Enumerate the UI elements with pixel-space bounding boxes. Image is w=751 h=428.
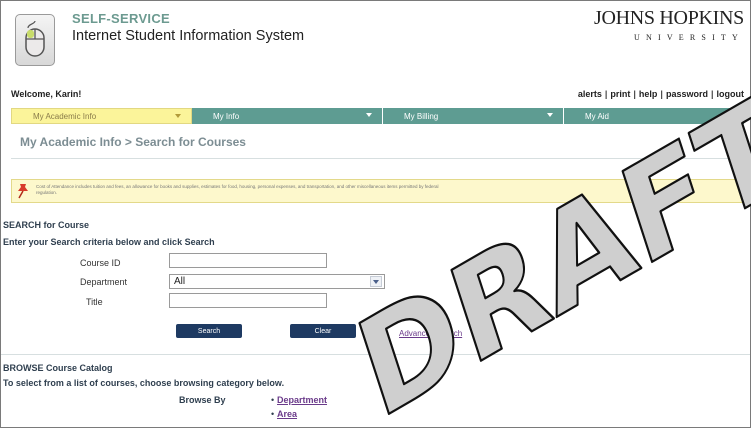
search-section-title: SEARCH for Course bbox=[3, 220, 90, 230]
notice-text: Cost of Attendance includes tuition and … bbox=[36, 184, 439, 195]
browse-by-label: Browse By bbox=[179, 395, 226, 405]
title-label: Title bbox=[86, 297, 103, 307]
advanced-search-link[interactable]: Advanced Search bbox=[399, 329, 462, 338]
dropdown-button[interactable] bbox=[370, 276, 382, 287]
course-id-label: Course ID bbox=[80, 258, 121, 268]
separator: | bbox=[633, 89, 636, 99]
chevron-down-icon bbox=[366, 113, 372, 117]
separator: | bbox=[710, 89, 714, 99]
tab-label: My Billing bbox=[404, 111, 439, 121]
department-label: Department bbox=[80, 277, 128, 287]
browse-link-area[interactable]: Area bbox=[277, 409, 297, 419]
welcome-message: Welcome, Karin! bbox=[11, 89, 82, 99]
search-button[interactable]: Search bbox=[176, 324, 242, 338]
divider bbox=[1, 354, 750, 355]
tab-label: My Aid bbox=[585, 111, 610, 121]
browse-section-title: BROWSE Course Catalog bbox=[3, 363, 113, 373]
course-id-input[interactable] bbox=[169, 253, 327, 268]
search-instructions: Enter your Search criteria below and cli… bbox=[3, 237, 215, 247]
tab-my-billing[interactable]: My Billing bbox=[383, 108, 564, 124]
breadcrumb: My Academic Info > Search for Courses bbox=[20, 135, 246, 149]
link-alerts[interactable]: alerts bbox=[578, 89, 602, 99]
pushpin-icon bbox=[18, 184, 28, 199]
tab-my-aid[interactable]: My Aid bbox=[564, 108, 745, 124]
browse-link-department[interactable]: Department bbox=[277, 395, 327, 405]
department-selected-value: All bbox=[174, 276, 186, 287]
tab-label: My Academic Info bbox=[33, 111, 97, 121]
tab-label: My Info bbox=[213, 111, 240, 121]
tab-my-academic-info[interactable]: My Academic Info bbox=[11, 108, 192, 124]
divider bbox=[11, 158, 750, 159]
chevron-down-icon bbox=[728, 113, 734, 117]
link-password[interactable]: password bbox=[666, 89, 708, 99]
main-nav: My Academic Info My Info My Billing My A… bbox=[11, 108, 750, 124]
brand-title: SELF-SERVICE bbox=[72, 11, 170, 26]
clear-button[interactable]: Clear bbox=[290, 324, 356, 338]
top-links: alerts | print | help | password | logout bbox=[578, 89, 744, 99]
chevron-down-icon bbox=[373, 280, 379, 284]
title-input[interactable] bbox=[169, 293, 327, 308]
browse-instructions: To select from a list of courses, choose… bbox=[3, 378, 285, 388]
university-logo-sub: UNIVERSITY bbox=[634, 33, 744, 42]
chevron-down-icon bbox=[547, 113, 553, 117]
separator: | bbox=[660, 89, 663, 99]
university-logo-name: JOHNS HOPKINS bbox=[593, 7, 744, 29]
link-logout[interactable]: logout bbox=[717, 89, 745, 99]
app-window: SELF-SERVICE Internet Student Informatio… bbox=[0, 0, 751, 428]
chevron-down-icon bbox=[175, 114, 181, 118]
tab-my-info[interactable]: My Info bbox=[192, 108, 383, 124]
bullet: • bbox=[271, 409, 275, 419]
header: SELF-SERVICE Internet Student Informatio… bbox=[1, 1, 750, 83]
department-select[interactable]: All bbox=[169, 274, 385, 289]
brand-subtitle: Internet Student Information System bbox=[72, 28, 305, 44]
bullet: • bbox=[271, 395, 275, 405]
notice-banner: Cost of Attendance includes tuition and … bbox=[11, 179, 750, 203]
link-help[interactable]: help bbox=[639, 89, 658, 99]
mouse-icon bbox=[15, 14, 55, 66]
link-print[interactable]: print bbox=[610, 89, 630, 99]
